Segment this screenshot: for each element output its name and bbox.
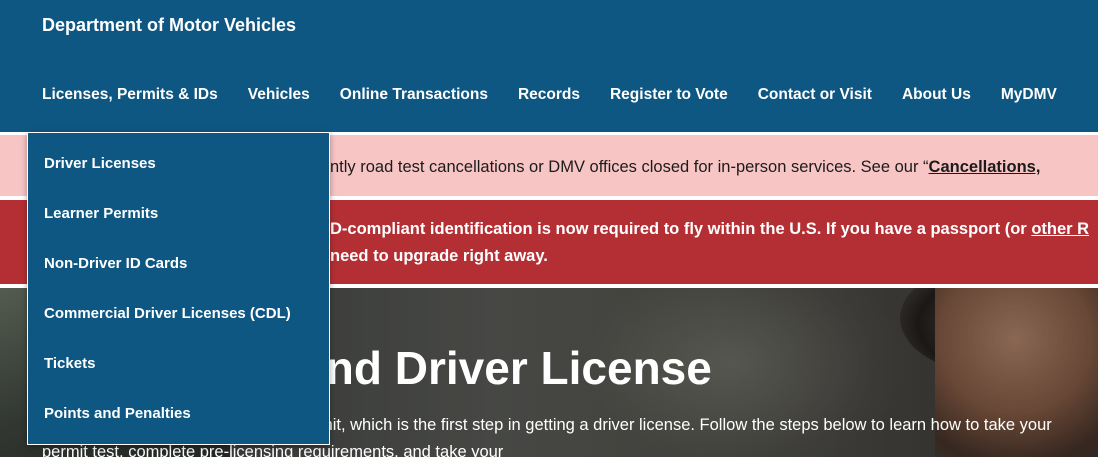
nav-records[interactable]: Records	[518, 84, 580, 106]
cancellations-link[interactable]: Cancellations,	[929, 158, 1041, 176]
menu-item-non-driver-id-cards[interactable]: Non-Driver ID Cards	[44, 254, 187, 274]
site-title[interactable]: Department of Motor Vehicles	[42, 14, 296, 36]
closures-alert-text: ntly road test cancellations or DMV offi…	[330, 158, 1041, 176]
menu-item-points-and-penalties[interactable]: Points and Penalties	[44, 404, 191, 424]
nav-contact-or-visit[interactable]: Contact or Visit	[758, 84, 872, 106]
menu-item-learner-permits[interactable]: Learner Permits	[44, 204, 158, 224]
licenses-dropdown-menu: Driver Licenses Learner Permits Non-Driv…	[27, 132, 330, 445]
site-header: Department of Motor Vehicles Licenses, P…	[0, 0, 1098, 132]
menu-item-tickets[interactable]: Tickets	[44, 354, 95, 374]
menu-item-driver-licenses[interactable]: Driver Licenses	[44, 154, 156, 174]
real-id-alert-line1: D-compliant identification is now requir…	[330, 220, 1090, 238]
nav-about-us[interactable]: About Us	[902, 84, 971, 106]
nav-mydmv[interactable]: MyDMV	[1001, 84, 1057, 106]
nav-licenses-permits-ids[interactable]: Licenses, Permits & IDs	[42, 84, 218, 106]
nav-vehicles[interactable]: Vehicles	[248, 84, 310, 106]
main-nav: Licenses, Permits & IDs Vehicles Online …	[42, 84, 1057, 106]
menu-item-cdl[interactable]: Commercial Driver Licenses (CDL)	[44, 304, 291, 324]
nav-online-transactions[interactable]: Online Transactions	[340, 84, 488, 106]
nav-register-to-vote[interactable]: Register to Vote	[610, 84, 728, 106]
real-id-alert-line2: need to upgrade right away.	[330, 247, 548, 265]
other-real-id-link[interactable]: other R	[1031, 220, 1089, 238]
